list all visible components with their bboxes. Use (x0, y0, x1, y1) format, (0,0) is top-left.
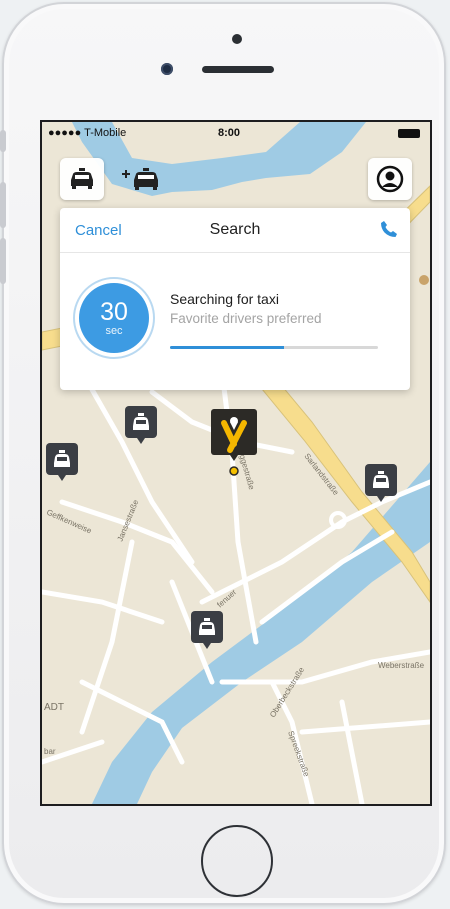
taxi-icon (71, 168, 93, 189)
map-label-bar: bar (44, 747, 56, 756)
earpiece-speaker (202, 66, 274, 73)
carrier-label: ●●●●● T-Mobile (48, 127, 127, 139)
search-progress-fill (170, 346, 285, 349)
timer-unit: sec (105, 325, 123, 337)
taxi-marker-icon[interactable] (190, 610, 224, 650)
camera-dot (232, 34, 242, 44)
map-label-weberstrasse: Weberstraße (378, 661, 425, 670)
search-card-header: Cancel Search (60, 208, 410, 253)
mute-switch (0, 130, 6, 152)
taxi-marker-icon[interactable] (364, 463, 398, 503)
taxi-mode-button[interactable] (60, 158, 104, 200)
map-label-adt: ADT (44, 702, 64, 713)
home-button[interactable] (201, 825, 273, 897)
search-status-subtitle: Favorite drivers preferred (170, 311, 322, 326)
pickup-location-marker[interactable] (210, 408, 258, 480)
status-bar: ●●●●● T-Mobile 8:00 (42, 122, 430, 144)
battery-icon (398, 129, 420, 138)
status-time: 8:00 (218, 127, 241, 139)
profile-icon (376, 165, 404, 193)
profile-button[interactable] (368, 158, 412, 200)
phone-icon[interactable] (380, 220, 398, 238)
search-progress-bar (170, 346, 378, 349)
search-title: Search (209, 221, 261, 238)
search-card: Cancel Search 30 sec Searching for taxi … (60, 208, 410, 390)
taxi-marker-icon[interactable] (45, 442, 79, 482)
add-taxi-icon (122, 168, 158, 190)
search-status-title: Searching for taxi (170, 291, 279, 307)
volume-down-button (0, 238, 6, 284)
timer-value: 30 (100, 298, 128, 326)
volume-up-button (0, 182, 6, 228)
add-taxi-button[interactable] (118, 158, 162, 200)
app-screen: Sarlandstraße Geffkenweise Jansestraße U… (40, 120, 432, 806)
countdown-timer: 30 sec (73, 277, 155, 359)
front-camera (161, 63, 173, 75)
taxi-marker-icon[interactable] (124, 405, 158, 445)
